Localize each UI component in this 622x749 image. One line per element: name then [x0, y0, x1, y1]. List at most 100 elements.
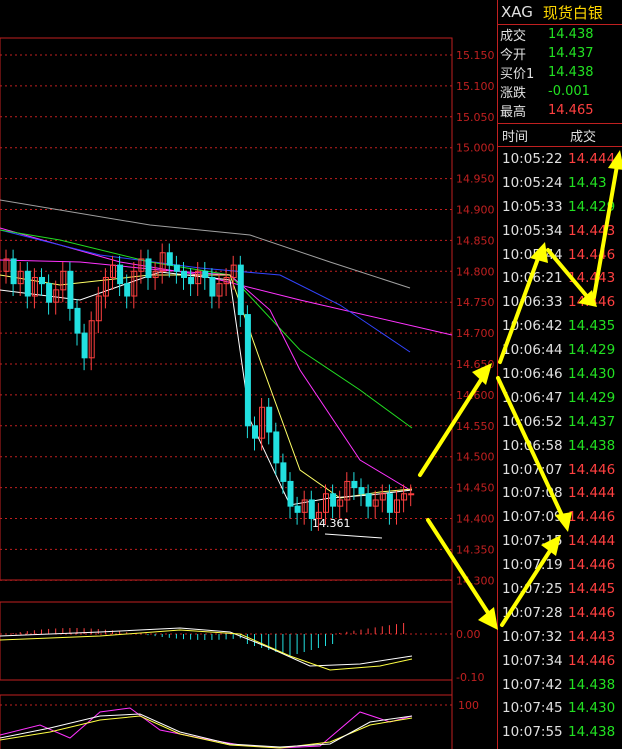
price-axis-label: 14.800	[456, 265, 495, 278]
kline-chart[interactable]: 15.150 15.100 15.050 15.000 14.950 14.900 14.8…	[0, 0, 497, 749]
candle-body	[358, 487, 365, 495]
moving-average-line	[0, 229, 411, 353]
tick-row: 10:07:19 14.446	[498, 553, 622, 577]
tick-time: 10:05:44	[502, 246, 563, 263]
candle-body	[24, 270, 31, 297]
tick-time: 10:06:46	[502, 365, 563, 382]
tick-time: 10:06:33	[502, 294, 563, 311]
quote-value: 14.438	[548, 65, 594, 80]
tick-time: 10:07:32	[502, 628, 563, 645]
quote-label: 成交	[500, 29, 527, 44]
moving-average-line	[0, 274, 413, 499]
tick-row: 10:07:42 14.438	[498, 673, 622, 697]
instrument-name: 现货白银	[542, 3, 603, 22]
price-axis-label: 15.150	[456, 49, 495, 62]
tick-row: 10:07:45 14.430	[498, 696, 622, 720]
moving-average-line	[0, 271, 413, 506]
kdj-axis-label: 100	[458, 699, 479, 712]
tick-time: 10:07:28	[502, 604, 563, 621]
tick-price: 14.446	[568, 246, 616, 263]
moving-average-line	[0, 229, 413, 429]
tick-price: 14.444	[568, 533, 616, 550]
tick-price: 14.429	[568, 342, 616, 359]
price-axis-label: 15.050	[456, 111, 495, 124]
tick-price: 14.446	[568, 461, 616, 478]
price-axis-label: 14.950	[456, 173, 495, 186]
candle-body	[145, 258, 152, 278]
tick-time: 10:06:44	[502, 342, 563, 359]
tick-row: 10:05:24 14.43	[498, 171, 622, 195]
tick-price: 14.438	[568, 437, 616, 454]
candle-body	[173, 264, 180, 272]
candle-body	[74, 307, 81, 334]
tick-time: 10:05:24	[502, 174, 563, 191]
tick-time: 10:06:47	[502, 389, 563, 406]
instrument-code: XAG	[501, 3, 533, 21]
tick-time: 10:07:08	[502, 485, 563, 502]
quote-label: 最高	[500, 105, 527, 120]
price-axis-label: 14.450	[456, 482, 495, 495]
candle-body	[202, 270, 209, 278]
tick-row: 10:06:44 14.429	[498, 338, 622, 362]
tick-list[interactable]: 10:05:22 14.444 10:05:24 14.43 10:05:33 14.42…	[498, 147, 622, 744]
macd-axis-label: -0.10	[456, 671, 484, 684]
candle-body	[386, 493, 393, 513]
tick-price: 14.430	[568, 700, 616, 717]
kdj-j-line	[0, 707, 413, 749]
candle-body	[39, 276, 45, 285]
low-price-label: 14.361	[312, 517, 351, 530]
candle-body	[237, 264, 244, 316]
tick-time: 10:07:34	[502, 652, 563, 669]
tick-row: 10:06:21 14.443	[498, 266, 622, 290]
tick-time: 10:07:15	[502, 533, 563, 550]
tick-row: 10:05:44 14.446	[498, 243, 622, 267]
price-axis-label: 14.300	[456, 574, 495, 587]
candle-body	[10, 258, 17, 285]
ticks-header: 时间 成交	[498, 124, 622, 147]
tick-row: 10:05:22 14.444	[498, 147, 622, 171]
candle-body	[266, 406, 273, 433]
quote-row: 买价1 14.438	[498, 63, 622, 82]
tick-price: 14.435	[568, 318, 616, 335]
price-axis-label: 14.700	[456, 327, 495, 340]
tick-row: 10:06:58 14.438	[498, 434, 622, 458]
tick-time: 10:06:52	[502, 413, 563, 430]
price-axis-label: 14.850	[456, 234, 495, 247]
instrument-header: XAG 现货白银	[498, 0, 622, 25]
tick-time: 10:07:42	[502, 676, 563, 693]
tick-time: 10:05:33	[502, 198, 563, 215]
price-axis-label: 15.000	[456, 142, 495, 155]
tick-time: 10:07:55	[502, 724, 563, 741]
tick-row: 10:07:25 14.445	[498, 577, 622, 601]
price-axis-label: 14.650	[456, 358, 495, 371]
quote-row: 今开 14.437	[498, 44, 622, 63]
tick-time: 10:06:21	[502, 270, 563, 287]
macd-axis-label: 0.00	[456, 628, 481, 641]
candle-body	[166, 252, 173, 266]
tick-time: 10:07:45	[502, 700, 563, 717]
quote-summary: 成交 14.438 今开 14.437 买价1 14.438 涨跌 -0.001 最高 14.46…	[498, 25, 622, 120]
candle-body	[351, 480, 358, 489]
candle-body	[117, 264, 124, 285]
candle-body	[280, 462, 287, 482]
quote-row: 最高 14.465	[498, 101, 622, 120]
candle-body	[273, 431, 280, 464]
tick-price: 14.446	[568, 557, 616, 574]
quote-row: 成交 14.438	[498, 25, 622, 44]
tick-row: 10:05:34 14.443	[498, 219, 622, 243]
candle-body	[209, 276, 216, 297]
tick-time: 10:07:07	[502, 461, 563, 478]
tick-time: 10:05:22	[502, 150, 563, 167]
price-axis-label: 15.100	[456, 80, 495, 93]
tick-time: 10:05:34	[502, 222, 563, 239]
price-axis-label: 14.350	[456, 543, 495, 556]
tick-row: 10:05:33 14.429	[498, 195, 622, 219]
quote-panel: XAG 现货白银 成交 14.438 今开 14.437 买价1 14.438 涨跌 -0.0…	[497, 0, 622, 749]
quote-label: 今开	[500, 48, 527, 63]
price-axis-label: 14.600	[456, 389, 495, 402]
tick-row: 10:07:15 14.444	[498, 529, 622, 553]
tick-row: 10:07:32 14.443	[498, 625, 622, 649]
tick-row: 10:07:34 14.446	[498, 649, 622, 673]
candle-body	[365, 493, 372, 507]
price-axis-label: 14.500	[456, 451, 495, 464]
